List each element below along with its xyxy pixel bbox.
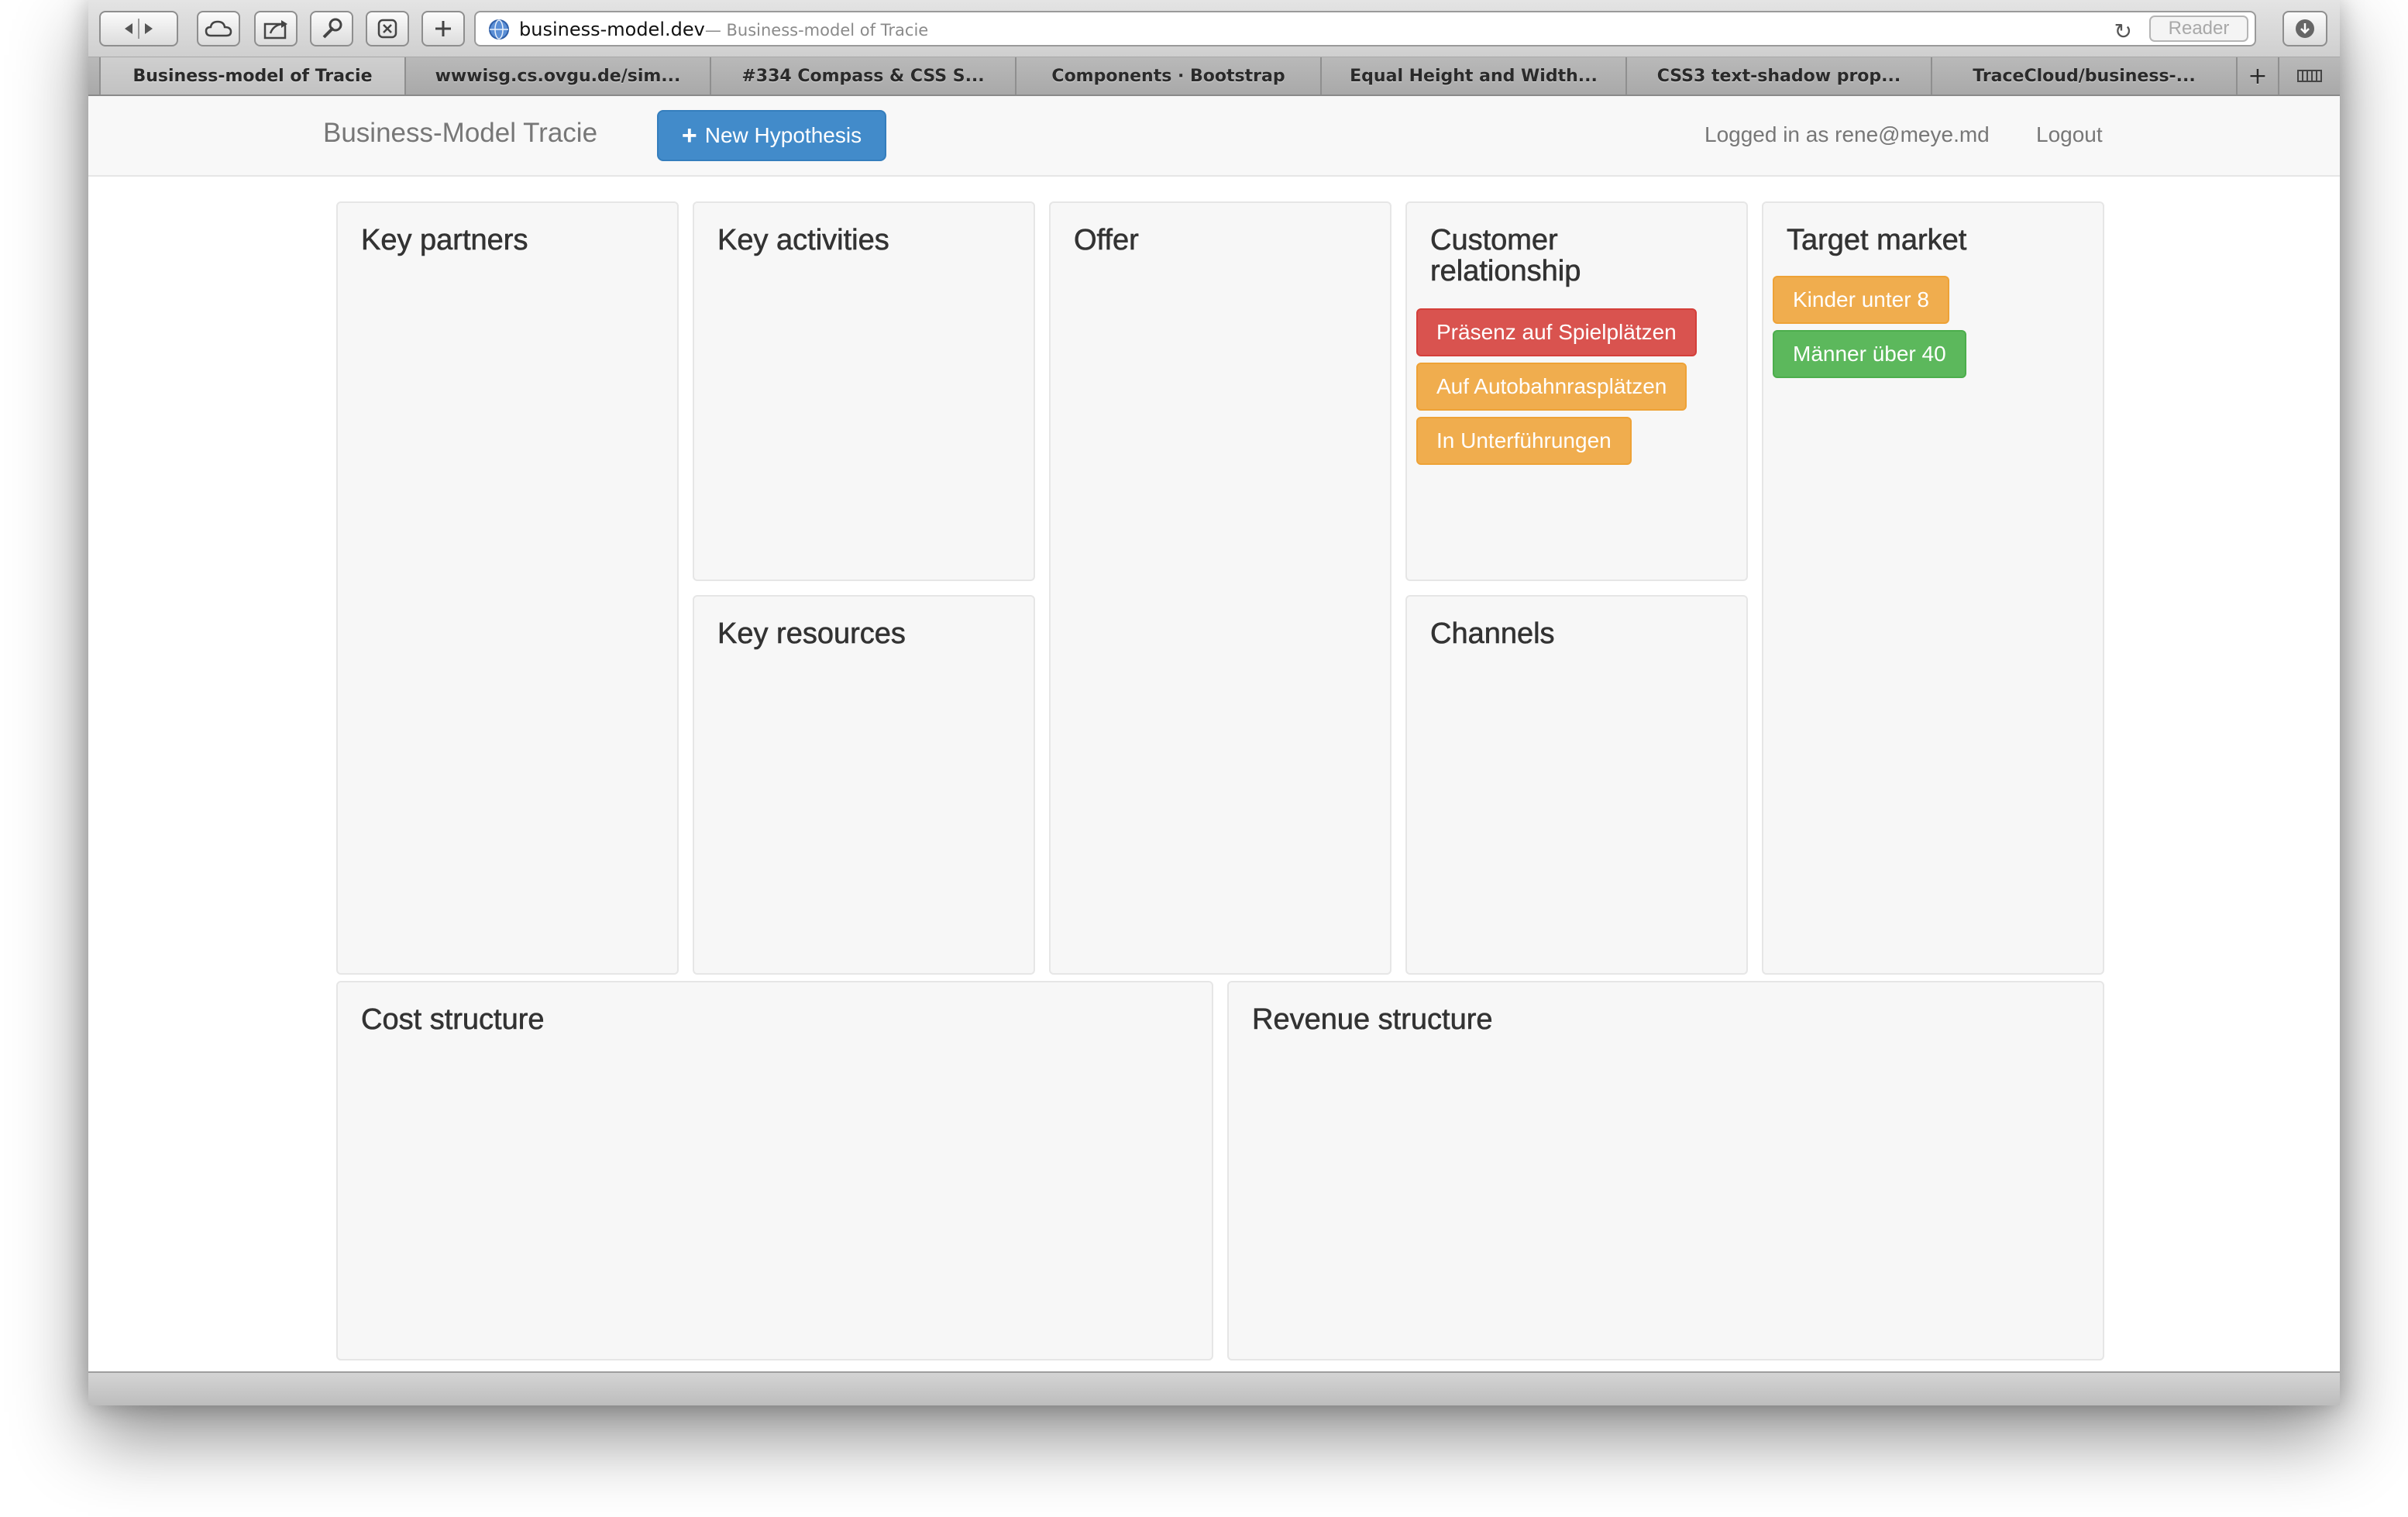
panel-title-line1: Customer: [1430, 224, 1558, 256]
plus-icon: [435, 21, 451, 36]
status-bar: [88, 1371, 2340, 1405]
app-brand[interactable]: Business-Model Tracie: [323, 118, 597, 149]
page-title: — Business-model of Tracie: [704, 21, 929, 40]
tab-overview-icon: [2297, 70, 2322, 82]
new-tab-button[interactable]: +: [2236, 57, 2278, 95]
cloud-icon: [205, 20, 232, 37]
panel-target-market[interactable]: Target market Kinder unter 8 Männer über…: [1762, 201, 2104, 975]
tab-compass-css[interactable]: #334 Compass & CSS S...: [710, 57, 1015, 95]
icloud-tabs-button[interactable]: [197, 11, 240, 46]
add-bookmark-button[interactable]: [421, 11, 465, 46]
hypothesis-note[interactable]: In Unterführungen: [1416, 417, 1632, 465]
panel-customer-relationship[interactable]: Customer relationship Präsenz auf Spielp…: [1405, 201, 1748, 581]
address-bar[interactable]: business-model.dev— Business-model of Tr…: [474, 11, 2256, 46]
panel-revenue-structure[interactable]: Revenue structure: [1227, 981, 2104, 1360]
share-button[interactable]: [254, 11, 298, 46]
logout-link[interactable]: Logout: [2036, 122, 2103, 147]
url-text[interactable]: business-model.dev— Business-model of Tr…: [519, 19, 928, 40]
hypothesis-note[interactable]: Präsenz auf Spielplätzen: [1416, 308, 1697, 356]
panel-key-activities[interactable]: Key activities: [693, 201, 1035, 581]
panel-title: Key activities: [717, 224, 889, 256]
hypothesis-note[interactable]: Männer über 40: [1773, 330, 1966, 378]
browser-window: business-model.dev— Business-model of Tr…: [88, 0, 2340, 1405]
tab-wwwisg[interactable]: wwwisg.cs.ovgu.de/sim...: [404, 57, 710, 95]
panel-key-partners[interactable]: Key partners: [336, 201, 679, 975]
new-hypothesis-button[interactable]: + New Hypothesis: [657, 110, 886, 161]
new-hypothesis-label: New Hypothesis: [704, 123, 862, 147]
hypothesis-note[interactable]: Auf Autobahnrasplätzen: [1416, 363, 1687, 411]
panel-title-line2: relationship: [1430, 255, 1581, 287]
tab-business-model[interactable]: Business-model of Tracie: [99, 57, 404, 95]
tab-bootstrap-components[interactable]: Components · Bootstrap: [1015, 57, 1320, 95]
back-forward-buttons[interactable]: [99, 11, 178, 46]
plus-icon: +: [681, 121, 697, 150]
browser-toolbar: business-model.dev— Business-model of Tr…: [88, 0, 2340, 57]
app-navbar: Business-Model Tracie + New Hypothesis L…: [88, 96, 2340, 177]
developer-tools-button[interactable]: [310, 11, 353, 46]
tab-equal-height[interactable]: Equal Height and Width...: [1320, 57, 1625, 95]
panel-cost-structure[interactable]: Cost structure: [336, 981, 1213, 1360]
back-forward-icon: [125, 19, 153, 39]
panel-title: Offer: [1074, 224, 1139, 256]
share-icon: [263, 20, 287, 40]
panel-title: Key resources: [717, 617, 906, 650]
tab-overview-button[interactable]: [2278, 57, 2340, 95]
wrench-icon: [322, 18, 342, 39]
url: business-model.dev: [519, 19, 705, 40]
globe-icon: [489, 19, 509, 40]
tab-tracecloud[interactable]: TraceCloud/business-...: [1931, 57, 2236, 95]
logged-in-text: Logged in as rene@meye.md: [1705, 122, 1990, 146]
panel-title: Channels: [1430, 617, 1555, 650]
disable-button[interactable]: [366, 11, 409, 46]
downloads-button[interactable]: [2282, 11, 2327, 46]
tab-bar: Business-model of Tracie wwwisg.cs.ovgu.…: [88, 57, 2340, 96]
panel-title: Target market: [1787, 224, 1967, 256]
block-icon: [377, 19, 397, 39]
hypothesis-note[interactable]: Kinder unter 8: [1773, 276, 1949, 324]
panel-title: Cost structure: [361, 1003, 545, 1036]
panel-channels[interactable]: Channels: [1405, 595, 1748, 975]
download-icon: [2296, 19, 2314, 38]
panel-title: Key partners: [361, 224, 528, 256]
reload-icon[interactable]: ↻: [2114, 19, 2132, 44]
panel-title: Customer relationship: [1430, 225, 1581, 287]
panel-title: Revenue structure: [1252, 1003, 1493, 1036]
reader-button[interactable]: Reader: [2149, 15, 2248, 42]
panel-offer[interactable]: Offer: [1049, 201, 1391, 975]
panel-key-resources[interactable]: Key resources: [693, 595, 1035, 975]
tab-css3-text-shadow[interactable]: CSS3 text-shadow prop...: [1625, 57, 1931, 95]
